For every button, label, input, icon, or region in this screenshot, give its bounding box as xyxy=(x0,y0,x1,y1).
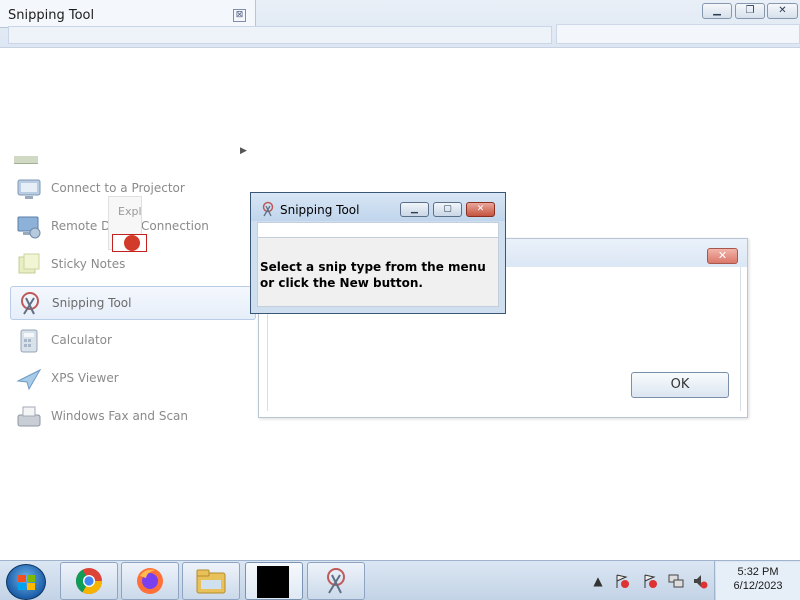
menu-item-sticky-notes[interactable]: Sticky Notes xyxy=(10,248,256,282)
menu-item-snipping-tool[interactable]: Snipping Tool xyxy=(10,286,256,320)
background-window: Snipping Tool ⊠ ▁ ❐ ✕ xyxy=(0,0,800,48)
background-address-bar xyxy=(8,26,552,44)
action-center-alert-icon[interactable] xyxy=(642,573,658,589)
calculator-icon xyxy=(20,329,38,353)
firefox-icon xyxy=(137,568,163,594)
taskbar-firefox[interactable] xyxy=(121,562,179,600)
windows-logo-icon xyxy=(18,575,35,590)
restore-icon: ❐ xyxy=(745,5,755,16)
minimize-button[interactable]: ▁ xyxy=(702,3,732,19)
snipping-tool-icon xyxy=(262,201,274,217)
taskbar-chrome[interactable] xyxy=(60,562,118,600)
volume-muted-icon[interactable] xyxy=(692,573,708,589)
dialog-close-button[interactable]: ✕ xyxy=(707,248,738,264)
menu-item-label-suffix: Connection xyxy=(141,219,209,233)
snipping-tool-window: Snipping Tool ▁ ▢ ✕ Select a snip type f… xyxy=(250,192,506,314)
menu-item-label: Calculator xyxy=(51,333,112,347)
snipping-tool-icon xyxy=(21,292,39,315)
snipping-tool-icon xyxy=(327,568,345,594)
terminal-icon xyxy=(257,566,289,598)
snip-toolbar xyxy=(257,222,499,238)
clock-time: 5:32 PM xyxy=(737,566,779,578)
snip-titlebar[interactable]: Snipping Tool ▁ ▢ ✕ xyxy=(251,193,505,221)
snip-content: Select a snip type from the menu or clic… xyxy=(257,238,499,307)
menu-item-calculator[interactable]: Calculator xyxy=(10,324,256,358)
snip-instruction-text: Select a snip type from the menu or clic… xyxy=(260,260,486,290)
fax-scan-icon xyxy=(17,406,41,427)
action-center-icon[interactable] xyxy=(614,573,630,589)
projector-icon xyxy=(17,179,41,199)
sticky-notes-icon xyxy=(18,253,40,274)
error-icon xyxy=(124,235,140,251)
snip-title: Snipping Tool xyxy=(280,203,360,217)
ok-button[interactable]: OK xyxy=(631,372,729,398)
taskbar-snipping-tool[interactable] xyxy=(307,562,365,600)
close-icon: ✕ xyxy=(778,5,787,16)
menu-item-label: XPS Viewer xyxy=(51,371,119,385)
xps-viewer-icon xyxy=(16,368,42,391)
close-icon: ✕ xyxy=(476,204,485,214)
clock[interactable]: 5:32 PM 6/12/2023 xyxy=(716,562,800,600)
maximize-icon: ▢ xyxy=(443,204,452,214)
clock-date: 6/12/2023 xyxy=(733,580,783,592)
menu-item-label: Snipping Tool xyxy=(52,296,132,310)
background-tab[interactable]: Snipping Tool ⊠ xyxy=(0,0,256,28)
tab-close-icon[interactable]: ⊠ xyxy=(233,9,246,22)
network-icon xyxy=(14,156,38,164)
snip-maximize-button[interactable]: ▢ xyxy=(433,202,462,217)
close-button[interactable]: ✕ xyxy=(767,3,798,19)
snip-minimize-button[interactable]: ▁ xyxy=(400,202,429,217)
restore-button[interactable]: ❐ xyxy=(735,3,765,19)
remote-desktop-icon xyxy=(17,216,41,239)
network-icon[interactable] xyxy=(668,573,684,589)
menu-item-label: Sticky Notes xyxy=(51,257,126,271)
close-icon: ✕ xyxy=(717,249,728,262)
background-tab-title: Snipping Tool xyxy=(8,8,95,23)
show-hidden-icons-icon[interactable]: ▲ xyxy=(590,573,606,589)
menu-item-label: Windows Fax and Scan xyxy=(51,409,189,423)
menu-item-fax-scan[interactable]: Windows Fax and Scan xyxy=(10,400,256,434)
background-search-bar xyxy=(556,24,800,44)
menu-item-xps-viewer[interactable]: XPS Viewer xyxy=(10,362,256,396)
taskbar: ▲ 5:32 PM 6/12/2023 xyxy=(0,560,800,600)
minimize-icon: ▁ xyxy=(713,5,721,16)
folder-icon xyxy=(196,569,226,594)
taskbar-file-explorer[interactable] xyxy=(182,562,240,600)
tray-separator xyxy=(714,561,715,600)
start-button[interactable] xyxy=(6,564,46,600)
minimize-icon: ▁ xyxy=(411,204,418,214)
ghost-text: Expl xyxy=(118,205,142,218)
submenu-arrow-icon: ▶ xyxy=(240,146,247,156)
snip-close-button[interactable]: ✕ xyxy=(466,202,495,217)
taskbar-terminal[interactable] xyxy=(245,562,303,600)
chrome-icon xyxy=(76,568,102,594)
ghost-error-fragment xyxy=(112,234,147,252)
menu-item-label: Connect to a Projector xyxy=(51,181,185,195)
